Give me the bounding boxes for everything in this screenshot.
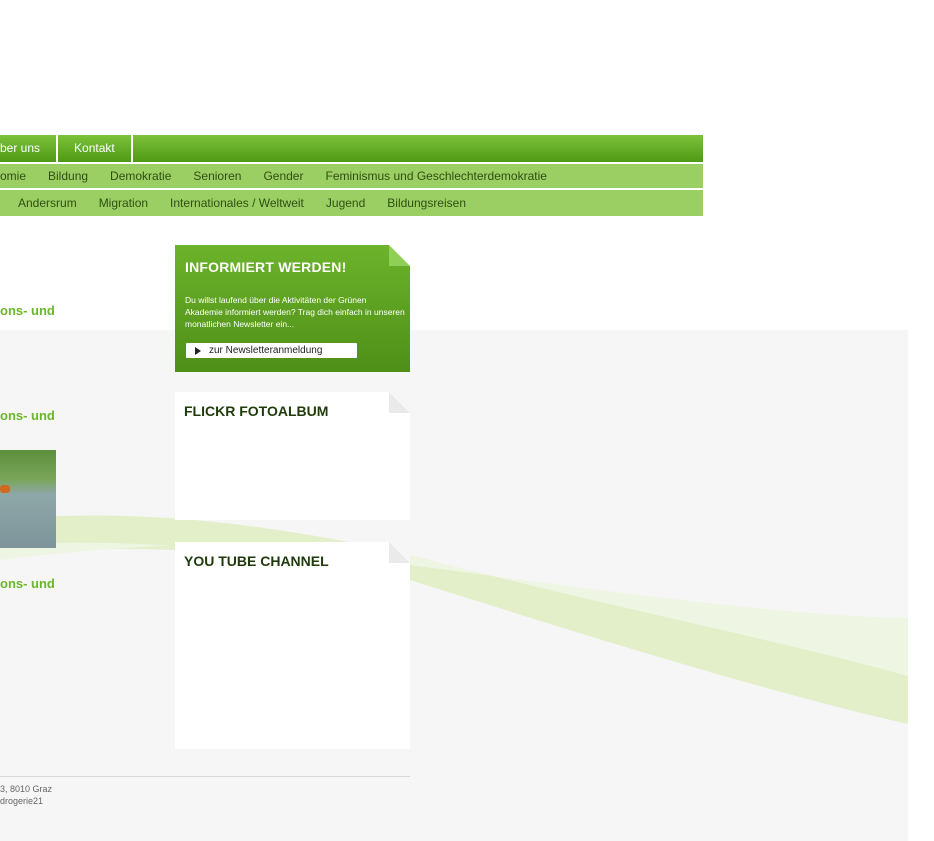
nav-item-ueber-uns[interactable]: ber uns [0,135,59,162]
flickr-widget: FLICKR FOTOALBUM [175,392,410,520]
nav-item-feminismus[interactable]: Feminismus und Geschlechterdemokratie [314,169,557,183]
page: ber uns Kontakt omie Bildung Demokratie … [0,0,934,841]
nav-item-demokratie[interactable]: Demokratie [99,169,182,183]
nav-item-bildungsreisen[interactable]: Bildungsreisen [376,196,477,210]
nav-item-oekonomie[interactable]: omie [0,169,37,183]
page-fold-icon [389,245,410,266]
nav-item-andersrum[interactable]: Andersrum [0,196,88,210]
nav-item-jugend[interactable]: Jugend [315,196,376,210]
page-fold-icon [389,542,410,563]
article-title-2[interactable]: ons- und [0,408,55,423]
nav-item-gender[interactable]: Gender [252,169,314,183]
footer-credit: drogerie21 [0,796,44,806]
newsletter-title: INFORMIERT WERDEN! [185,259,347,275]
newsletter-text: Du willst laufend über die Aktivitäten d… [185,295,405,329]
decorative-swoosh [0,515,908,724]
newsletter-signup-label: zur Newsletteranmeldung [209,345,323,356]
thumbnail-boat [0,485,10,493]
topic-navigation-row-2: Andersrum Migration Internationales / We… [0,190,703,216]
topic-navigation-row-1: omie Bildung Demokratie Senioren Gender … [0,164,703,188]
newsletter-box: INFORMIERT WERDEN! Du willst laufend übe… [175,245,410,372]
youtube-widget: YOU TUBE CHANNEL [175,542,410,749]
page-fold-icon [389,392,410,413]
nav-item-senioren[interactable]: Senioren [182,169,252,183]
footer-address: 3, 8010 Graz [0,784,53,794]
nav-item-internationales[interactable]: Internationales / Weltweit [159,196,315,210]
article-title-3[interactable]: ons- und [0,576,55,591]
youtube-title: YOU TUBE CHANNEL [184,553,329,569]
nav-item-kontakt[interactable]: Kontakt [58,135,133,162]
article-thumbnail[interactable] [0,450,56,548]
nav-item-bildung[interactable]: Bildung [37,169,99,183]
flickr-title: FLICKR FOTOALBUM [184,403,329,419]
main-navigation: ber uns Kontakt [0,135,703,162]
article-title-1[interactable]: ons- und [0,303,55,318]
footer-divider [0,776,410,777]
newsletter-signup-button[interactable]: zur Newsletteranmeldung [186,343,357,358]
nav-item-migration[interactable]: Migration [88,196,159,210]
play-arrow-icon [195,347,201,355]
